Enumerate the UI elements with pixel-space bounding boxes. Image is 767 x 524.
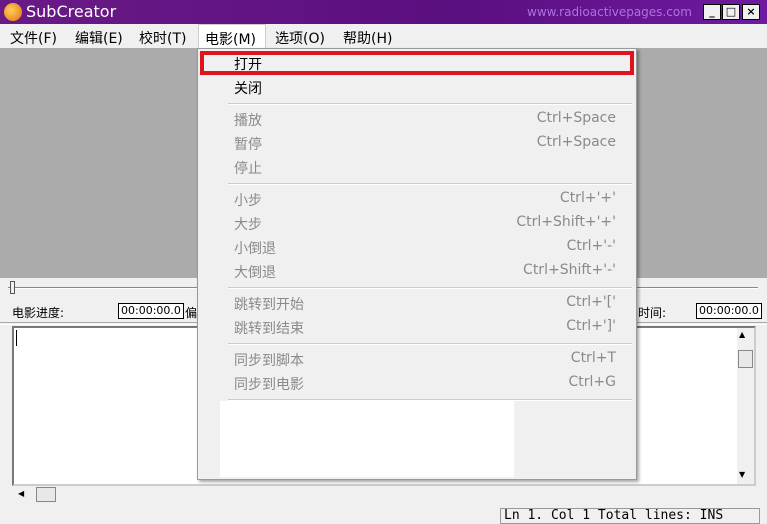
menu-item-label: 暂停: [234, 137, 262, 153]
menu-item[interactable]: 大倒退 Ctrl+Shift+'-': [198, 259, 636, 283]
menu-item-shortcut: Ctrl+Space: [536, 110, 616, 126]
menu-item-shortcut: Ctrl+'-': [566, 238, 616, 254]
menu-item[interactable]: 同步到电影 Ctrl+G: [198, 371, 636, 395]
window-title: SubCreator: [26, 2, 117, 21]
menu-edit[interactable]: 编辑(E): [75, 28, 123, 48]
title-bar: SubCreator www.radioactivepages.com _ □ …: [0, 0, 767, 24]
menu-item-label: 停止: [234, 161, 262, 177]
menu-item[interactable]: 同步到脚本 Ctrl+T: [198, 347, 636, 371]
menu-item[interactable]: 小步 Ctrl+'+': [198, 187, 636, 211]
blank-area: [220, 401, 514, 477]
menu-item[interactable]: 跳转到结束 Ctrl+']': [198, 315, 636, 339]
menu-item[interactable]: 跳转到开始 Ctrl+'[': [198, 291, 636, 315]
menu-item-label: 大步: [234, 217, 262, 233]
menu-help[interactable]: 帮助(H): [343, 28, 392, 48]
menu-item[interactable]: 关闭: [198, 75, 636, 99]
scroll-left-icon[interactable]: ◀: [18, 489, 24, 498]
app-logo-icon: [4, 3, 22, 21]
menu-bar: 文件(F) 编辑(E) 校时(T) 选项(O) 帮助(H): [0, 24, 767, 48]
menu-item-label: 大倒退: [234, 265, 276, 281]
progress-label: 电影进度:: [12, 306, 65, 320]
menu-timing[interactable]: 校时(T): [139, 28, 186, 48]
menu-item-label: 同步到脚本: [234, 353, 304, 369]
menu-options[interactable]: 选项(O): [275, 28, 325, 48]
menu-item[interactable]: 大步 Ctrl+Shift+'+': [198, 211, 636, 235]
menu-item-label: 小步: [234, 193, 262, 209]
horizontal-scrollbar[interactable]: ◀: [14, 486, 736, 503]
menu-item-label: 播放: [234, 113, 262, 129]
menu-item-label: 关闭: [234, 81, 262, 97]
menu-item[interactable]: 停止: [198, 155, 636, 179]
minimize-button[interactable]: _: [703, 4, 721, 20]
highlight-box: [200, 51, 634, 75]
menu-separator: [228, 103, 632, 105]
menu-separator: [228, 343, 632, 345]
menu-item-shortcut: Ctrl+G: [568, 374, 617, 390]
menu-separator: [228, 183, 632, 185]
website-link[interactable]: www.radioactivepages.com: [527, 5, 692, 19]
menu-item-shortcut: Ctrl+T: [570, 350, 616, 366]
scroll-up-icon[interactable]: ▲: [739, 330, 745, 339]
menu-item-shortcut: Ctrl+Shift+'+': [516, 214, 616, 230]
slider-thumb[interactable]: [10, 281, 15, 294]
menu-item-shortcut: Ctrl+'+': [559, 190, 616, 206]
menu-separator: [228, 287, 632, 289]
movie-dropdown-menu: 打开 关闭 播放 Ctrl+Space 暂停 Ctrl+Space 停止 小步 Ctrl+'+'…: [197, 48, 637, 480]
menu-file[interactable]: 文件(F): [10, 28, 57, 48]
offset-label: 偏: [185, 306, 198, 320]
menu-item[interactable]: 小倒退 Ctrl+'-': [198, 235, 636, 259]
menu-item-shortcut: Ctrl+Space: [536, 134, 616, 150]
time-field[interactable]: 00:00:00.0: [696, 303, 762, 319]
scroll-thumb[interactable]: [738, 350, 753, 368]
vertical-scrollbar[interactable]: ▲ ▼: [737, 328, 754, 484]
menu-movie[interactable]: 电影(M): [198, 24, 266, 48]
menu-item-shortcut: Ctrl+Shift+'-': [523, 262, 616, 278]
menu-item-label: 小倒退: [234, 241, 276, 257]
menu-item-label: 跳转到结束: [234, 321, 304, 337]
status-bar: Ln 1. Col 1 Total lines: INS: [500, 508, 760, 524]
menu-item[interactable]: 播放 Ctrl+Space: [198, 107, 636, 131]
hscroll-thumb[interactable]: [36, 487, 56, 502]
menu-item-label: 跳转到开始: [234, 297, 304, 313]
menu-item-shortcut: Ctrl+']': [566, 318, 616, 334]
progress-time-field[interactable]: 00:00:00.0: [118, 303, 184, 319]
close-button[interactable]: ×: [742, 4, 760, 20]
time-label: 时间:: [638, 306, 667, 320]
menu-item-shortcut: Ctrl+'[': [566, 294, 616, 310]
menu-item-label: 同步到电影: [234, 377, 304, 393]
text-caret: [16, 330, 17, 346]
scroll-down-icon[interactable]: ▼: [739, 470, 745, 479]
menu-item[interactable]: 暂停 Ctrl+Space: [198, 131, 636, 155]
maximize-button[interactable]: □: [722, 4, 740, 20]
